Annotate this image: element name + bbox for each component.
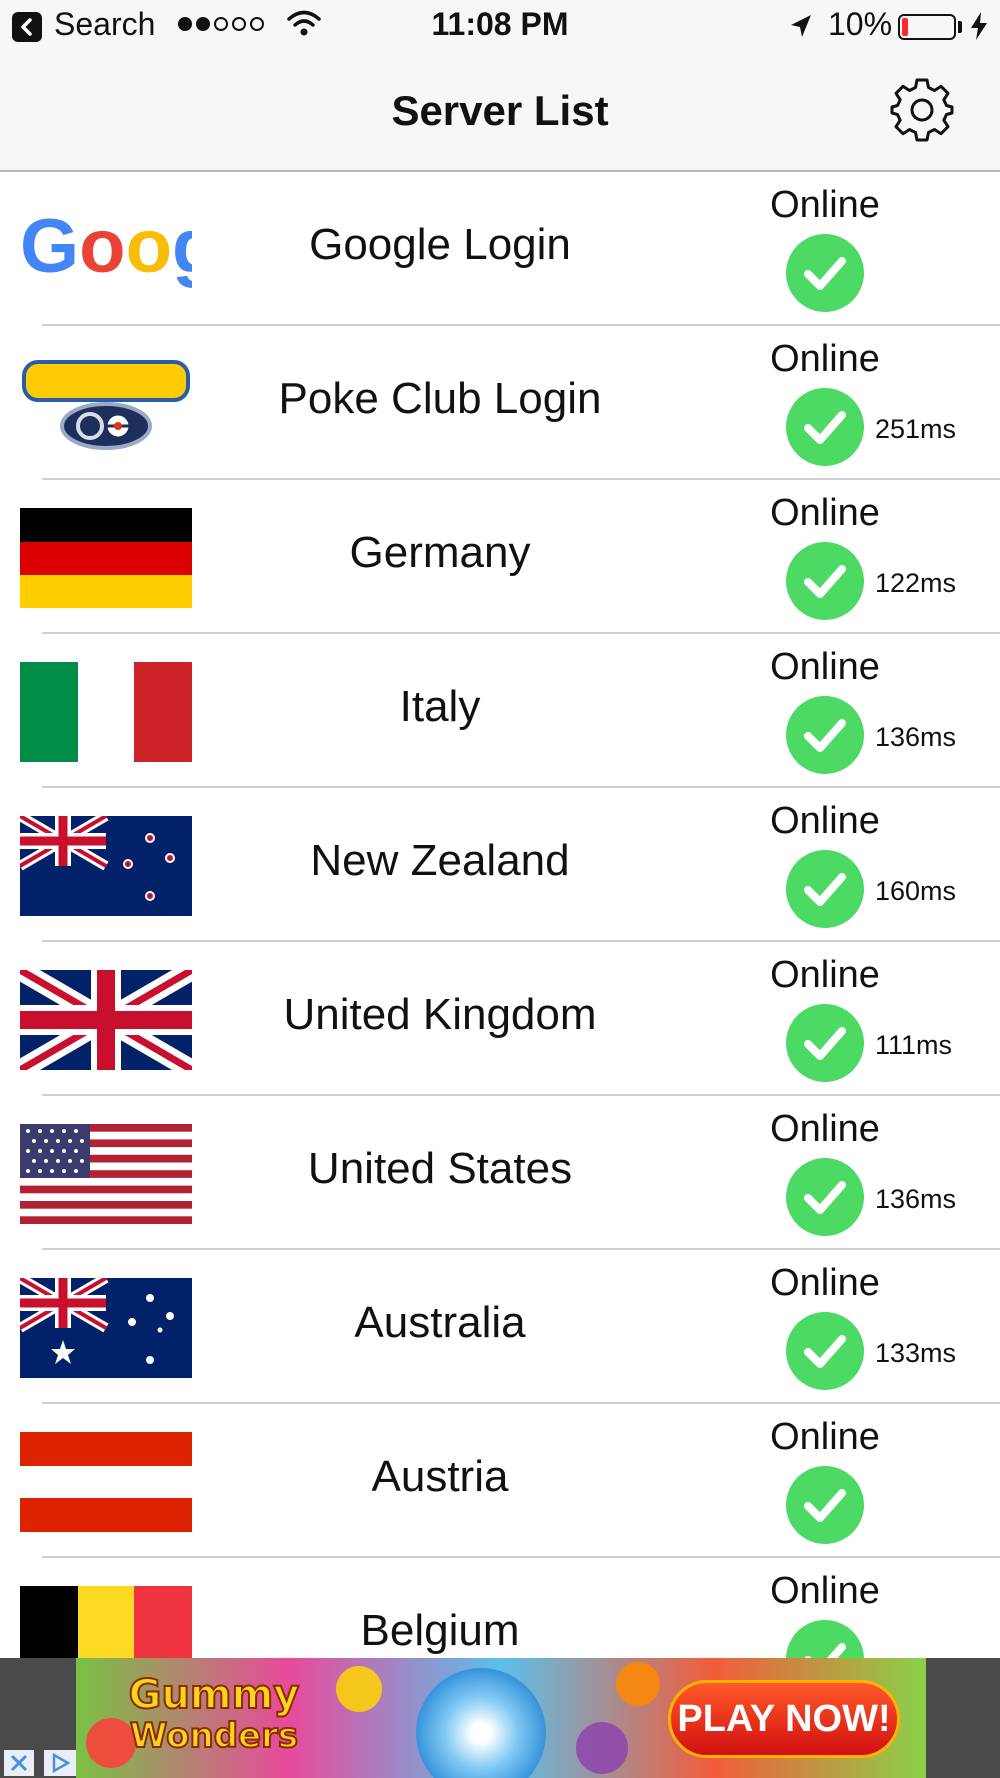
server-name: Poke Club Login (278, 374, 602, 423)
server-row-flag-italy[interactable]: Italy Online 136ms (0, 634, 1000, 788)
battery-percentage: 10% (828, 6, 893, 42)
flag-germany-logo (20, 508, 192, 608)
server-status: Online (770, 800, 880, 842)
server-name: New Zealand (310, 836, 570, 885)
checkmark-icon (786, 388, 864, 466)
ad-creative[interactable]: Gummy Wonders PLAY NOW! (76, 1658, 926, 1778)
server-name: Google Login (309, 220, 571, 269)
ad-close-icon[interactable] (4, 1750, 34, 1776)
checkmark-icon (786, 1158, 864, 1236)
checkmark-icon (786, 850, 864, 928)
server-name: Germany (349, 528, 531, 577)
server-row-flag-australia[interactable]: Australia Online 133ms (0, 1250, 1000, 1404)
server-status: Online (770, 1416, 880, 1458)
navigation-bar: Server List (0, 54, 1000, 172)
server-ping: 122ms (875, 568, 957, 598)
ad-fruit-decoration (336, 1666, 382, 1712)
server-ping: 251ms (875, 414, 957, 444)
ad-game-logo: Gummy Wonders (114, 1671, 314, 1762)
server-name: Australia (354, 1298, 526, 1347)
ad-logo-text-bottom: Wonders (129, 1715, 299, 1757)
server-status: Online (770, 1262, 880, 1304)
ad-candy-swirl (416, 1668, 546, 1778)
flag-united-kingdom-logo (20, 970, 192, 1070)
server-name: United States (307, 1144, 573, 1193)
server-status: Online (770, 184, 880, 226)
checkmark-icon (786, 1312, 864, 1390)
server-list[interactable]: Google Google Login Online Poke Club Log… (0, 172, 1000, 1712)
google-logo: Google (20, 200, 192, 300)
server-row-flag-germany[interactable]: Germany Online 122ms (0, 480, 1000, 634)
svg-text:Google: Google (20, 204, 192, 289)
charging-bolt-icon (968, 10, 990, 47)
flag-united-states-logo (20, 1124, 192, 1224)
checkmark-icon (786, 696, 864, 774)
flag-new-zealand-logo (20, 816, 192, 916)
server-status: Online (770, 646, 880, 688)
server-status: Online (770, 1108, 880, 1150)
server-row-flag-new-zealand[interactable]: New Zealand Online 160ms (0, 788, 1000, 942)
server-row-google[interactable]: Google Google Login Online (0, 172, 1000, 326)
server-ping: 160ms (875, 876, 957, 906)
battery-icon (898, 14, 956, 40)
checkmark-icon (786, 1004, 864, 1082)
server-name: Italy (399, 682, 481, 731)
server-ping: 133ms (875, 1338, 957, 1368)
server-status: Online (770, 1570, 880, 1612)
ad-banner[interactable]: Gummy Wonders PLAY NOW! (0, 1658, 1000, 1778)
ad-logo-text-top: Gummy (128, 1671, 301, 1719)
page-title: Server List (391, 87, 609, 134)
server-ping: 111ms (875, 1030, 953, 1060)
server-row-flag-united-kingdom[interactable]: United Kingdom Online 111ms (0, 942, 1000, 1096)
server-ping: 136ms (875, 722, 957, 752)
server-status: Online (770, 338, 880, 380)
server-row-flag-austria[interactable]: Austria Online (0, 1404, 1000, 1558)
server-ping: 136ms (875, 1184, 957, 1214)
ad-info-icon[interactable] (44, 1750, 76, 1776)
pokemon-go-logo (20, 354, 192, 454)
ad-fruit-decoration (576, 1722, 628, 1774)
server-row-flag-united-states[interactable]: United States Online 136ms (0, 1096, 1000, 1250)
server-status: Online (770, 954, 880, 996)
checkmark-icon (786, 1466, 864, 1544)
location-arrow-icon (788, 12, 814, 45)
battery-nub (958, 21, 962, 33)
server-status: Online (770, 492, 880, 534)
ad-play-now-button[interactable]: PLAY NOW! (668, 1680, 900, 1758)
ad-fruit-decoration (616, 1662, 660, 1706)
server-name: Austria (371, 1452, 509, 1501)
status-bar: Search 11:08 PM 10% (0, 0, 1000, 54)
server-row-pokemon-go[interactable]: Poke Club Login Online 251ms (0, 326, 1000, 480)
server-name: Belgium (360, 1606, 520, 1655)
server-name: United Kingdom (283, 990, 597, 1039)
checkmark-icon (786, 234, 864, 312)
flag-austria-logo (20, 1432, 192, 1532)
flag-australia-logo (20, 1278, 192, 1378)
battery-level-fill (902, 18, 908, 36)
gear-icon[interactable] (886, 74, 958, 146)
checkmark-icon (786, 542, 864, 620)
flag-italy-logo (20, 662, 192, 762)
